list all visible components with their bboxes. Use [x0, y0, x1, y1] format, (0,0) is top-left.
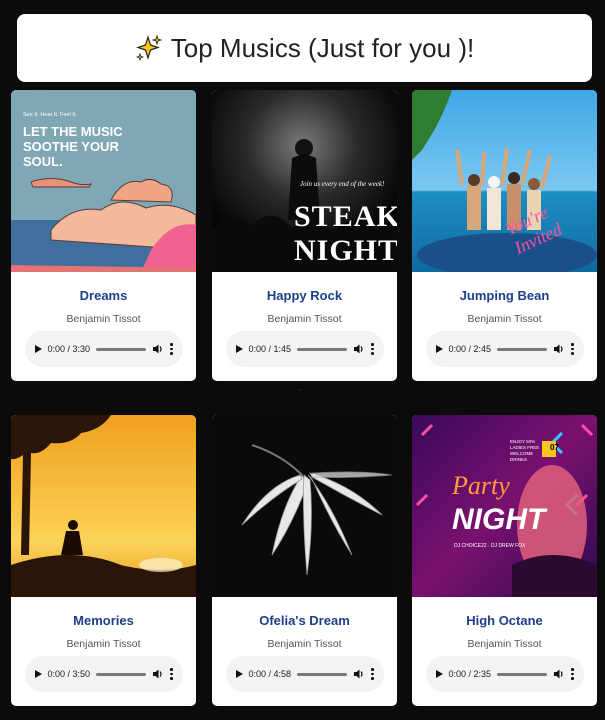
music-card: 07 ENJOY 50% LADIES FREE WELCOME DRINKS …: [412, 415, 597, 706]
more-options-icon[interactable]: [571, 668, 574, 680]
song-title: Dreams: [79, 288, 128, 303]
art-headline-2: NIGHT: [294, 234, 397, 267]
song-title: Memories: [73, 613, 134, 628]
audio-seek-bar[interactable]: [96, 672, 146, 676]
song-artist: Benjamin Tissot: [267, 638, 342, 650]
page-header: Top Musics (Just for you )!: [17, 14, 592, 82]
audio-seek-bar[interactable]: [96, 347, 146, 351]
audio-player[interactable]: 0:00 / 3:30: [24, 331, 183, 367]
audio-seek-bar[interactable]: [297, 347, 347, 351]
album-art-memories: [11, 415, 196, 597]
song-artist: Benjamin Tissot: [467, 638, 542, 650]
music-card: Memories Benjamin Tissot 0:00 / 3:50: [11, 415, 196, 706]
art-headline: NIGHT: [452, 503, 546, 536]
volume-icon[interactable]: [553, 343, 565, 355]
audio-time: 0:00 / 2:45: [448, 344, 492, 354]
song-artist: Benjamin Tissot: [467, 313, 542, 325]
audio-time: 0:00 / 1:45: [248, 344, 292, 354]
song-title: High Octane: [466, 613, 543, 628]
volume-icon[interactable]: [353, 343, 365, 355]
song-artist: Benjamin Tissot: [66, 313, 141, 325]
play-icon[interactable]: [435, 670, 443, 678]
audio-seek-bar[interactable]: [497, 347, 547, 351]
tree-silhouette-illustration: [11, 415, 196, 597]
audio-time: 0:00 / 3:50: [47, 669, 91, 679]
song-artist: Benjamin Tissot: [267, 313, 342, 325]
volume-icon[interactable]: [152, 343, 164, 355]
art-djs: DJ CHOICE22 · DJ DREW FOX: [454, 543, 526, 549]
album-art-dreams: See It. Hear It. Feel It. LET THE MUSIC …: [11, 90, 196, 272]
music-card: Ofelia's Dream Benjamin Tissot 0:00 / 4:…: [212, 415, 397, 706]
song-title: Happy Rock: [266, 288, 343, 303]
page-title: Top Musics (Just for you )!: [170, 32, 475, 63]
audio-seek-bar[interactable]: [497, 672, 547, 676]
volume-icon[interactable]: [553, 668, 565, 680]
music-card: See It. Hear It. Feel It. LET THE MUSIC …: [11, 90, 196, 381]
more-options-icon[interactable]: [571, 343, 574, 355]
audio-player[interactable]: 0:00 / 3:50: [24, 656, 183, 692]
beach-people-illustration: [412, 90, 597, 272]
play-icon[interactable]: [235, 345, 243, 353]
audio-player[interactable]: 0:00 / 4:58: [225, 656, 384, 692]
audio-time: 0:00 / 4:58: [248, 669, 292, 679]
music-card: You're Invited Jumping Bean Benjamin Tis…: [412, 90, 597, 381]
play-icon[interactable]: [34, 345, 42, 353]
song-artist: Benjamin Tissot: [66, 638, 141, 650]
more-options-icon[interactable]: [170, 343, 173, 355]
album-art-jumping-bean: You're Invited: [412, 90, 597, 272]
flower-illustration: [241, 444, 393, 576]
more-options-icon[interactable]: [371, 343, 374, 355]
audio-player[interactable]: 0:00 / 2:35: [425, 656, 584, 692]
album-art-high-octane: 07 ENJOY 50% LADIES FREE WELCOME DRINKS …: [412, 415, 597, 597]
audio-seek-bar[interactable]: [297, 672, 347, 676]
more-options-icon[interactable]: [170, 668, 173, 680]
play-icon[interactable]: [435, 345, 443, 353]
art-badge: 07: [550, 443, 559, 452]
art-tagline: Join us every end of the week!: [300, 180, 385, 188]
audio-time: 0:00 / 3:30: [47, 344, 91, 354]
landscape-illustration: [11, 178, 196, 272]
art-script: Party: [452, 471, 510, 500]
audio-player[interactable]: 0:00 / 1:45: [225, 331, 384, 367]
volume-icon[interactable]: [353, 668, 365, 680]
music-card: Join us every end of the week! STEAK NIG…: [212, 90, 397, 381]
art-headline-1: STEAK: [294, 200, 397, 233]
play-icon[interactable]: [235, 670, 243, 678]
play-icon[interactable]: [34, 670, 42, 678]
more-options-icon[interactable]: [371, 668, 374, 680]
album-art-ofelias-dream: [212, 415, 397, 597]
art-info: ENJOY 50% LADIES FREE WELCOME DRINKS: [510, 439, 540, 462]
audio-time: 0:00 / 2:35: [448, 669, 492, 679]
volume-icon[interactable]: [152, 668, 164, 680]
album-art-happy-rock: Join us every end of the week! STEAK NIG…: [212, 90, 397, 272]
audio-player[interactable]: 0:00 / 2:45: [425, 331, 584, 367]
sparkles-icon: [135, 34, 163, 62]
song-title: Ofelia's Dream: [259, 613, 350, 628]
song-title: Jumping Bean: [459, 288, 550, 303]
